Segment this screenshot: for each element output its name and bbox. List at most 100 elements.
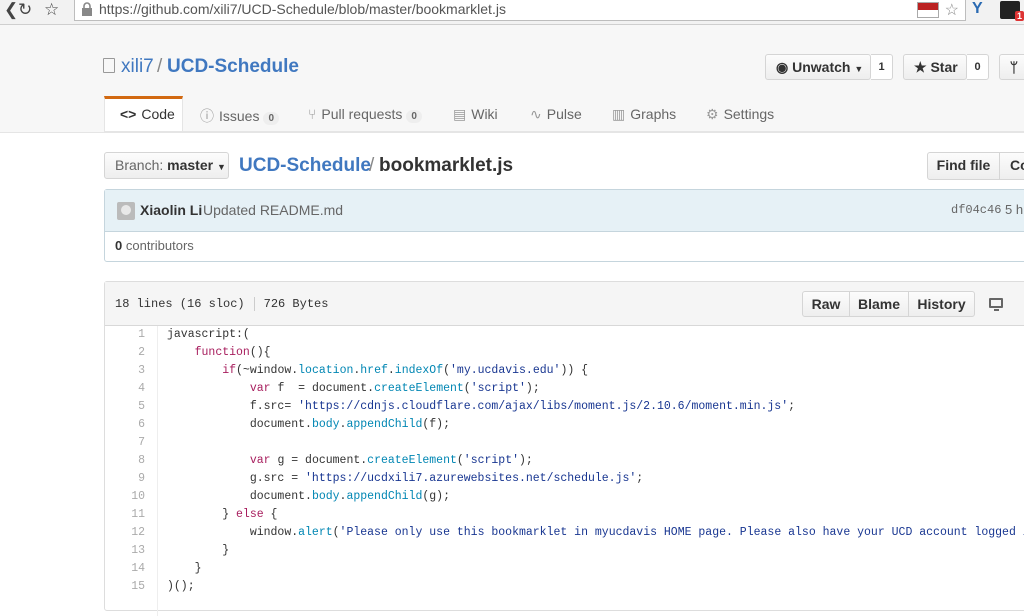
commit-summary: Xiaolin Li Updated README.md df04c46 5 h — [105, 190, 1024, 232]
tab-graphs[interactable]: ▥ Graphs — [612, 106, 676, 123]
raw-button[interactable]: Raw — [802, 291, 850, 317]
history-button[interactable]: History — [908, 291, 975, 317]
commit-age: 5 h — [1005, 202, 1024, 217]
repo-name-link[interactable]: UCD-Schedule — [167, 56, 299, 78]
line-number[interactable]: 7 — [105, 434, 145, 452]
code-text: } — [167, 544, 230, 557]
breadcrumb-file-name: bookmarklet.js — [379, 155, 514, 176]
reload-icon[interactable]: ↻ — [18, 0, 32, 20]
code-line: 3 if(~window.location.href.indexOf('my.u… — [105, 362, 1024, 380]
copy-path-button[interactable]: Co — [999, 152, 1024, 180]
star-icon: ★ — [914, 59, 927, 75]
breadcrumb-repo-link[interactable]: UCD-Schedule — [239, 155, 371, 177]
tab-wiki[interactable]: ▤ Wiki — [453, 106, 498, 123]
file-info-divider — [253, 297, 255, 311]
breadcrumb-separator: / — [369, 155, 375, 176]
code-line: 11 } else { — [105, 506, 1024, 524]
desktop-icon[interactable] — [989, 298, 1003, 311]
code-line: 7 — [105, 434, 1024, 452]
tab-code[interactable]: <> Code — [120, 106, 175, 122]
star-button[interactable]: ★ Star — [903, 54, 967, 80]
blame-button[interactable]: Blame — [849, 291, 909, 317]
code-line: 5 f.src= 'https://cdnjs.cloudflare.com/a… — [105, 398, 1024, 416]
code-line: 15 )(); — [105, 578, 1024, 596]
code-text: javascript:( — [167, 328, 250, 341]
address-url[interactable]: https://github.com/xili7/UCD-Schedule/bl… — [99, 1, 506, 17]
latest-commit-box: Xiaolin Li Updated README.md df04c46 5 h… — [104, 189, 1024, 262]
line-number[interactable]: 13 — [105, 542, 145, 560]
tab-pull-requests-label: Pull requests — [321, 106, 403, 122]
line-number[interactable]: 15 — [105, 578, 145, 596]
back-icon[interactable]: ❮ — [4, 0, 18, 20]
repo-owner-link[interactable]: xili7 — [121, 56, 154, 78]
code-text: } — [167, 562, 202, 575]
line-number[interactable]: 8 — [105, 452, 145, 470]
pulse-icon: ∿ — [530, 106, 542, 122]
branch-prefix: Branch: — [115, 157, 164, 173]
commit-sha-link[interactable]: df04c46 — [951, 203, 1001, 217]
line-number[interactable]: 9 — [105, 470, 145, 488]
code-text: function(){ — [194, 346, 271, 359]
watch-count[interactable]: 1 — [871, 54, 893, 80]
code-text: } else { — [167, 508, 278, 521]
avatar[interactable] — [117, 202, 135, 220]
line-number[interactable]: 3 — [105, 362, 145, 380]
tab-settings-label: Settings — [723, 106, 775, 122]
extension-icon[interactable]: 1 — [1000, 1, 1024, 21]
book-icon: ▤ — [453, 106, 467, 122]
contributors-link[interactable]: 0 contributors — [115, 238, 194, 253]
code-text: var g = document.createElement('script')… — [249, 454, 533, 467]
home-star-icon[interactable]: ☆ — [44, 0, 59, 20]
find-file-button[interactable]: Find file — [927, 152, 1000, 180]
commit-author-link[interactable]: Xiaolin Li — [140, 202, 202, 218]
branch-select-button[interactable]: Branch: master ▼ — [104, 152, 229, 179]
eye-icon: ◉ — [776, 59, 789, 75]
unwatch-button[interactable]: ◉ Unwatch ▼ — [765, 54, 871, 80]
extension-y-icon[interactable]: Y — [972, 0, 983, 18]
code-text: window.alert('Please only use this bookm… — [167, 526, 1024, 539]
unwatch-label: Unwatch — [792, 59, 851, 75]
tab-pulse[interactable]: ∿ Pulse — [530, 106, 582, 123]
line-number[interactable]: 11 — [105, 506, 145, 524]
tab-issues[interactable]: ⓘ Issues 0 — [200, 106, 280, 126]
repo-icon — [103, 58, 115, 73]
fork-button[interactable]: ᛘ — [999, 54, 1024, 80]
commit-message-link[interactable]: Updated README.md — [203, 202, 343, 218]
gear-icon: ⚙ — [706, 106, 719, 122]
repo-path-separator: / — [157, 56, 163, 77]
line-number[interactable]: 10 — [105, 488, 145, 506]
code-text: )(); — [167, 580, 195, 593]
line-number[interactable]: 14 — [105, 560, 145, 578]
lock-icon — [82, 2, 92, 16]
line-number[interactable]: 1 — [105, 326, 145, 344]
line-number[interactable]: 2 — [105, 344, 145, 362]
code-text: f.src= 'https://cdnjs.cloudflare.com/aja… — [167, 400, 796, 413]
code-line: 2 function(){ — [105, 344, 1024, 362]
line-number[interactable]: 4 — [105, 380, 145, 398]
code-line: 12 window.alert('Please only use this bo… — [105, 524, 1024, 542]
star-count[interactable]: 0 — [967, 54, 989, 80]
code-text: document.body.appendChild(f); — [167, 418, 450, 431]
flag-icon — [917, 2, 939, 18]
code-line: 8 var g = document.createElement('script… — [105, 452, 1024, 470]
tabs-divider — [104, 131, 1024, 132]
file-header: 18 lines (16 sloc) 726 Bytes Raw Blame Hi… — [105, 282, 1024, 326]
star-label: Star — [930, 59, 958, 75]
code-text: var f = document.createElement('script')… — [249, 382, 540, 395]
tab-settings[interactable]: ⚙ Settings — [706, 106, 774, 123]
pull-request-icon: ⑂ — [308, 106, 317, 122]
address-bar[interactable]: https://github.com/xili7/UCD-Schedule/bl… — [74, 0, 966, 21]
tab-pull-requests[interactable]: ⑂ Pull requests 0 — [308, 106, 422, 123]
code-line: 14 } — [105, 560, 1024, 578]
file-info: 18 lines (16 sloc) 726 Bytes — [115, 297, 328, 311]
bookmark-star-icon[interactable]: ☆ — [945, 0, 959, 20]
caret-down-icon: ▼ — [216, 162, 226, 172]
code-line: 10 document.body.appendChild(g); — [105, 488, 1024, 506]
line-number[interactable]: 12 — [105, 524, 145, 542]
contributors-count: 0 — [115, 238, 123, 253]
line-number[interactable]: 5 — [105, 398, 145, 416]
code-text: g.src = 'https://ucdxili7.azurewebsites.… — [167, 472, 644, 485]
line-number[interactable]: 6 — [105, 416, 145, 434]
tab-issues-count: 0 — [263, 112, 280, 125]
code-line: 9 g.src = 'https://ucdxili7.azurewebsite… — [105, 470, 1024, 488]
